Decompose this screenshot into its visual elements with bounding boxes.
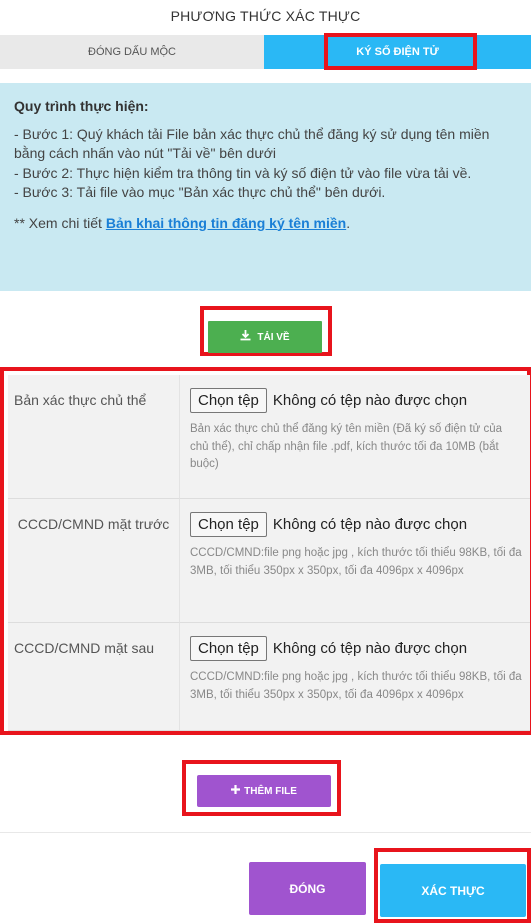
close-button[interactable]: ĐÓNG: [249, 862, 366, 915]
detail-link[interactable]: Bản khai thông tin đăng ký tên miền: [106, 215, 346, 231]
file-row-id-back: CCCD/CMND mặt sau Chọn tệp Không có tệp …: [8, 623, 530, 731]
footer-divider: [0, 832, 531, 833]
highlight-box: [324, 33, 477, 70]
file-label: CCCD/CMND mặt sau: [8, 623, 180, 731]
file-status: Không có tệp nào được chọn: [272, 640, 468, 657]
instructions-panel: Quy trình thực hiện: - Bước 1: Quý khách…: [0, 83, 531, 291]
tab-stamp[interactable]: ĐÓNG DẤU MỘC: [0, 35, 264, 69]
download-highlight: TẢI VỀ: [200, 306, 332, 356]
download-button-label: TẢI VỀ: [257, 331, 290, 343]
detail-prefix: ** Xem chi tiết: [14, 214, 106, 231]
file-label: Bản xác thực chủ thể: [8, 375, 180, 499]
page-title: PHƯƠNG THỨC XÁC THỰC: [170, 8, 361, 24]
instruction-step-2: - Bước 2: Thực hiện kiểm tra thông tin v…: [14, 164, 472, 181]
detail-suffix: .: [346, 214, 351, 231]
verify-button[interactable]: XÁC THỰC: [380, 864, 526, 917]
add-file-button[interactable]: THÊM FILE: [197, 775, 331, 807]
download-button[interactable]: TẢI VỀ: [208, 321, 322, 353]
file-upload-section: Bản xác thực chủ thể Chọn tệp Không có t…: [0, 367, 531, 735]
instruction-step-1: - Bước 1: Quý khách tải File bản xác thự…: [14, 125, 490, 162]
instruction-step-3: - Bước 3: Tải file vào mục "Bản xác thực…: [14, 184, 386, 200]
file-row-id-front: CCCD/CMND mặt trước Chọn tệp Không có tệ…: [8, 499, 530, 623]
choose-file-button[interactable]: Chọn tệp: [190, 388, 267, 413]
file-hint: CCCD/CMND:file png hoặc jpg , kích thước…: [190, 671, 522, 701]
add-file-label: THÊM FILE: [244, 785, 297, 797]
choose-file-button[interactable]: Chọn tệp: [190, 636, 267, 661]
file-input-cell: Chọn tệp Không có tệp nào được chọn CCCD…: [180, 623, 530, 731]
file-input-cell: Chọn tệp Không có tệp nào được chọn Bản …: [180, 375, 530, 499]
file-status: Không có tệp nào được chọn: [272, 516, 468, 533]
detail-line: ** Xem chi tiết Bản khai thông tin đăng …: [14, 214, 517, 234]
download-icon: [240, 330, 251, 344]
file-input-cell: Chọn tệp Không có tệp nào được chọn CCCD…: [180, 499, 530, 623]
tab-digital-signature[interactable]: KÝ SỐ ĐIỆN TỬ: [264, 33, 531, 70]
file-label: CCCD/CMND mặt trước: [8, 499, 180, 623]
submit-highlight: XÁC THỰC: [374, 848, 531, 923]
instructions-heading: Quy trình thực hiện:: [14, 98, 149, 114]
file-status: Không có tệp nào được chọn: [272, 392, 468, 409]
file-row-verification: Bản xác thực chủ thể Chọn tệp Không có t…: [8, 375, 530, 499]
choose-file-button[interactable]: Chọn tệp: [190, 512, 267, 537]
add-file-highlight: THÊM FILE: [182, 760, 341, 816]
file-hint: Bản xác thực chủ thể đăng ký tên miền (Đ…: [190, 423, 503, 470]
method-tabs: ĐÓNG DẤU MỘC KÝ SỐ ĐIỆN TỬ: [0, 33, 531, 70]
plus-icon: [231, 785, 241, 797]
file-hint: CCCD/CMND:file png hoặc jpg , kích thước…: [190, 547, 522, 577]
